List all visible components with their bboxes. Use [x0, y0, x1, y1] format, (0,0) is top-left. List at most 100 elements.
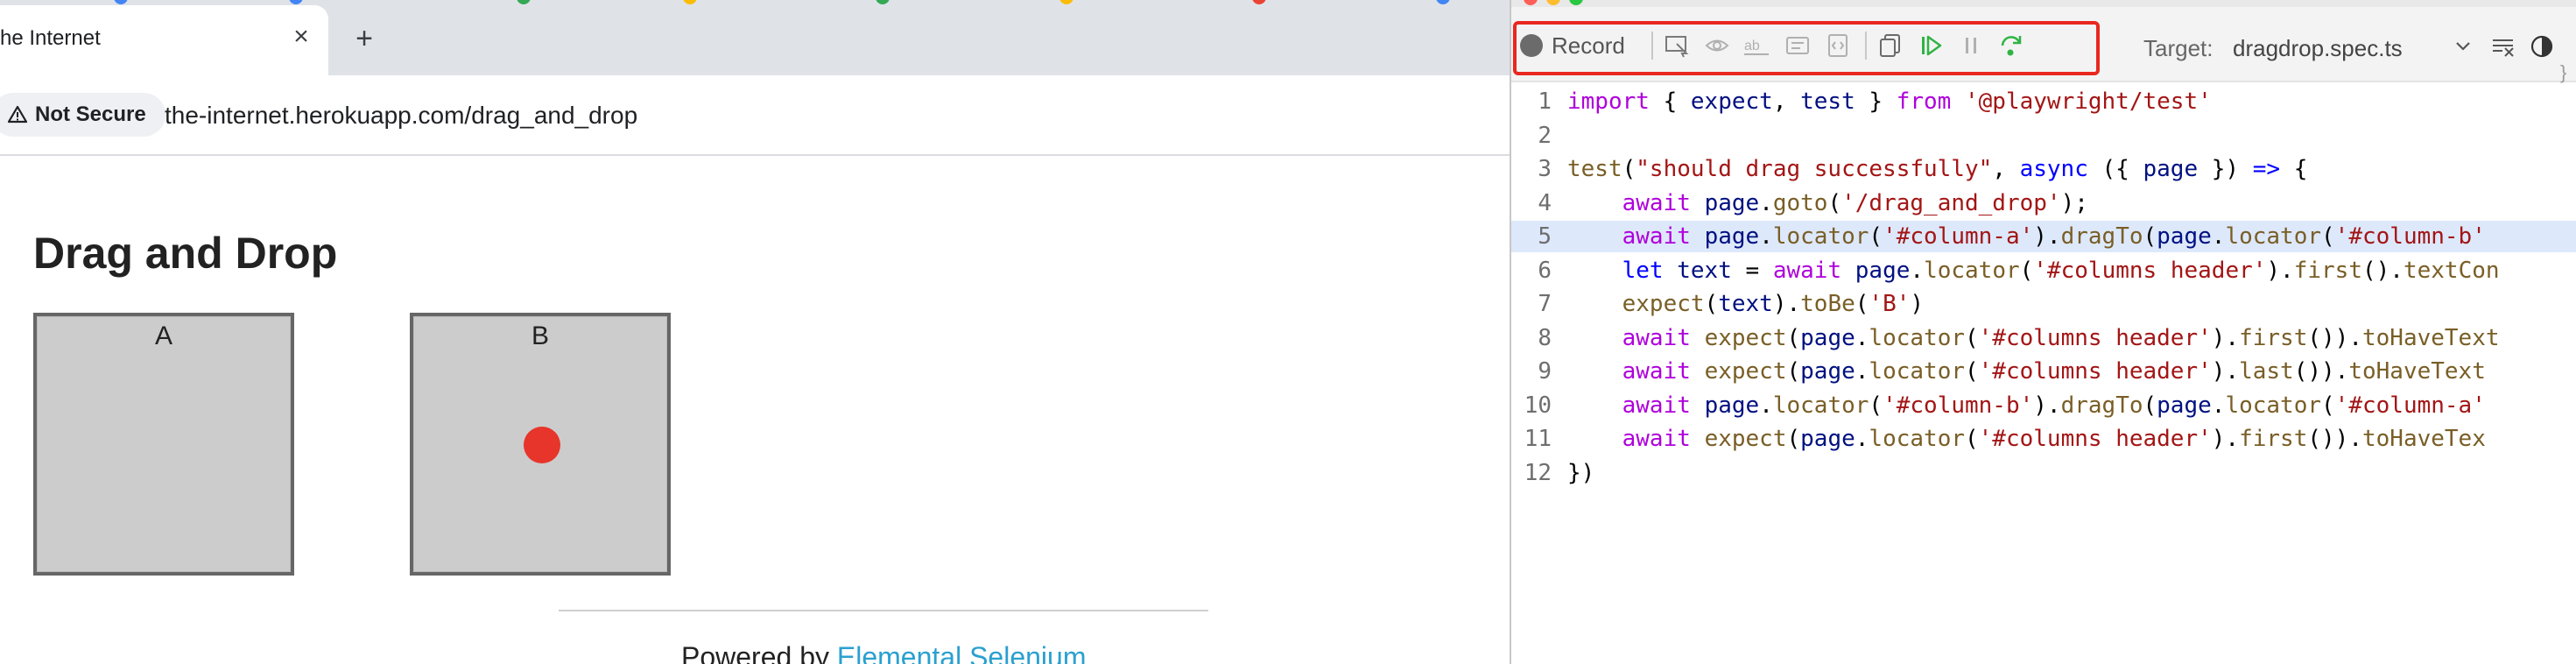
code-token: (	[1786, 426, 1801, 452]
url-text[interactable]: the-internet.herokuapp.com/drag_and_drop	[165, 102, 637, 130]
code-token: '/drag_and_drop'	[1841, 189, 2061, 216]
code-line[interactable]: 1 import { expect, test } from '@playwrig…	[1511, 86, 2576, 117]
line-number: 2	[1538, 122, 1552, 149]
active-tab[interactable]: he Internet ×	[0, 5, 328, 75]
code-token: text	[1677, 257, 1732, 284]
step-over-icon[interactable]	[1996, 30, 2026, 61]
code-line[interactable]: 3 test("should drag successfully", async …	[1511, 153, 2576, 185]
code-line[interactable]: 10 await page.locator('#column-b').dragT…	[1511, 390, 2576, 421]
code-token: page	[2157, 223, 2212, 250]
code-token: async	[2019, 156, 2088, 182]
code-token: ()).	[2307, 426, 2362, 452]
code-token: locator	[1924, 257, 2020, 284]
code-token: locator	[2225, 223, 2322, 250]
code-line[interactable]: 6 let text = await page.locator('#column…	[1511, 255, 2576, 286]
svg-text:ab: ab	[1744, 39, 1760, 53]
code-token: await	[1622, 358, 1691, 385]
chevron-down-icon[interactable]	[2450, 33, 2476, 60]
code-token: dragTo	[2060, 223, 2143, 250]
address-bar[interactable]: Not Secure the-internet.herokuapp.com/dr…	[0, 75, 1510, 156]
code-token: ().	[2362, 257, 2404, 284]
code-text: await page.goto('/drag_and_drop');	[1567, 187, 2088, 219]
code-token: ).	[2033, 223, 2061, 250]
code-token: (	[1786, 324, 1801, 351]
code-token: '#column-a'	[2334, 392, 2486, 419]
code-token: (	[2143, 223, 2157, 250]
inspector-toolbar: Record ab Target: dragdrop.spec.ts	[1511, 7, 2576, 82]
code-token: ,	[1772, 88, 1801, 115]
code-token: first	[2293, 257, 2362, 284]
code-token: let	[1622, 257, 1664, 284]
code-text: expect(text).toBe('B')	[1567, 288, 1924, 320]
code-token: ).	[2211, 358, 2240, 385]
code-token: '#column-b'	[2334, 223, 2486, 250]
code-token: }	[1855, 88, 1897, 115]
code-token: locator	[1869, 358, 1965, 385]
line-number: 9	[1538, 358, 1552, 385]
site-security-chip[interactable]: Not Secure	[0, 93, 165, 137]
code-editor[interactable]: 1 import { expect, test } from '@playwrig…	[1511, 84, 2576, 664]
code-token: expect	[1704, 358, 1787, 385]
code-token: await	[1622, 392, 1691, 419]
column-b-header: B	[531, 321, 549, 350]
code-token: .	[1759, 223, 1773, 250]
code-text: let text = await page.locator('#columns …	[1567, 255, 2500, 286]
pause-icon[interactable]	[1956, 30, 1986, 61]
minimize-window-icon[interactable]	[1546, 0, 1560, 5]
footer-link[interactable]: Elemental Selenium	[837, 641, 1087, 664]
line-number: 5	[1538, 223, 1552, 250]
web-page: Drag and Drop A B Powered by Elemental S…	[0, 158, 1510, 664]
code-line[interactable]: 4 await page.goto('/drag_and_drop');	[1511, 187, 2576, 219]
code-token: first	[2239, 426, 2308, 452]
code-token: ()).	[2293, 358, 2349, 385]
close-tab-icon[interactable]: ×	[287, 23, 315, 51]
assert-visibility-icon[interactable]	[1702, 30, 1732, 61]
scrollbar-edge[interactable]: }	[2560, 61, 2566, 84]
code-text: import { expect, test } from '@playwrigh…	[1567, 86, 2212, 117]
code-token: (	[1869, 392, 1883, 419]
code-token: await	[1622, 189, 1691, 216]
code-line-active[interactable]: 5 await page.locator('#column-a').dragTo…	[1511, 221, 2576, 252]
code-token: (	[2321, 223, 2335, 250]
pick-locator-icon[interactable]	[1662, 30, 1692, 61]
code-text: })	[1567, 457, 1594, 489]
assert-snapshot-icon[interactable]	[1823, 30, 1853, 61]
code-token: expect	[1690, 88, 1773, 115]
clear-icon[interactable]	[2490, 33, 2516, 60]
close-window-icon[interactable]	[1524, 0, 1538, 5]
code-token: '@playwright/test'	[1965, 88, 2212, 115]
code-token: import	[1567, 88, 1650, 115]
code-line[interactable]: 2	[1511, 120, 2576, 152]
tab-strip: he Internet × +	[0, 5, 1510, 75]
code-token: page	[1855, 257, 1911, 284]
assert-text-icon[interactable]: ab	[1742, 30, 1772, 61]
record-label: Record	[1552, 32, 1625, 59]
zoom-window-icon[interactable]	[1569, 0, 1583, 5]
code-token: .	[1910, 257, 1925, 284]
line-number: 10	[1524, 392, 1552, 419]
code-line[interactable]: 8 await expect(page.locator('#columns he…	[1511, 322, 2576, 354]
code-line[interactable]: 12})	[1511, 457, 2576, 489]
code-line[interactable]: 11 await expect(page.locator('#columns h…	[1511, 423, 2576, 455]
code-line[interactable]: 7 expect(text).toBe('B')	[1511, 288, 2576, 320]
resume-icon[interactable]	[1916, 30, 1946, 61]
browser-window: he Internet × + Not Secure the-internet.…	[0, 0, 1510, 664]
copy-icon[interactable]	[1876, 30, 1905, 61]
theme-toggle-icon[interactable]	[2529, 33, 2555, 60]
record-button[interactable]: Record	[1520, 30, 1625, 61]
code-token: (	[2321, 392, 2335, 419]
new-tab-button[interactable]: +	[348, 24, 380, 56]
code-token: );	[2060, 189, 2088, 216]
column-a[interactable]: A	[33, 313, 294, 576]
target-select[interactable]: dragdrop.spec.ts	[2233, 35, 2403, 62]
code-token: page	[2157, 392, 2212, 419]
code-text: await page.locator('#column-b').dragTo(p…	[1567, 390, 2486, 421]
assert-value-icon[interactable]	[1783, 30, 1812, 61]
column-b[interactable]: B	[410, 313, 671, 576]
code-line[interactable]: 9 await expect(page.locator('#columns he…	[1511, 356, 2576, 387]
